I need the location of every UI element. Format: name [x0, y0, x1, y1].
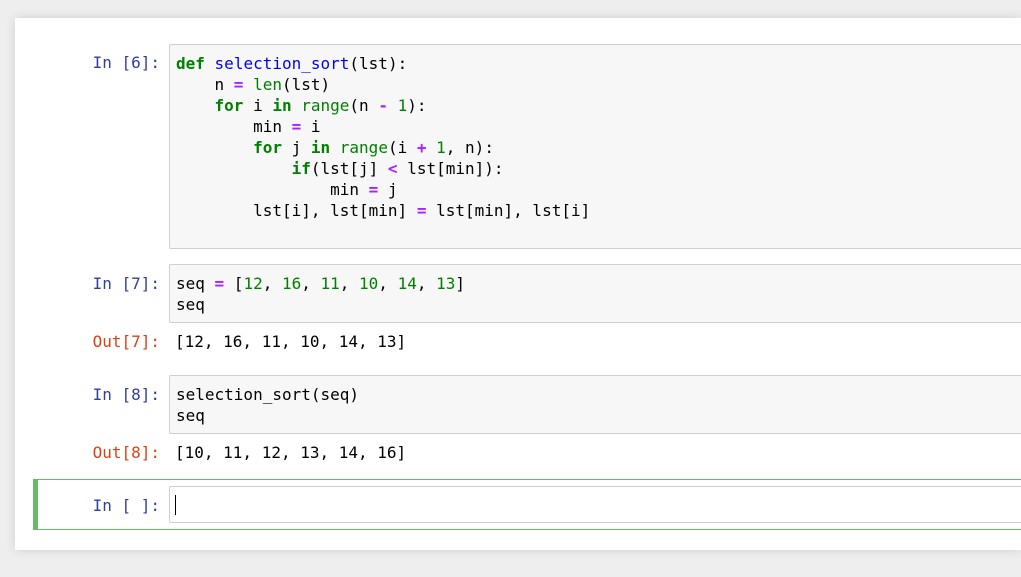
input-prompt: In [ ]:	[92, 496, 160, 515]
code-editor[interactable]: seq = [12, 16, 11, 10, 14, 13] seq	[169, 264, 1021, 323]
code-text: def selection_sort(lst): n = len(lst) fo…	[176, 54, 591, 220]
cell-output: [10, 11, 12, 13, 14, 16]	[175, 443, 407, 462]
cell-output: [12, 16, 11, 10, 14, 13]	[175, 332, 407, 351]
code-text: selection_sort(seq) seq	[176, 385, 360, 425]
input-prompt: In [6]:	[92, 53, 160, 72]
notebook-container: In [6]: def selection_sort(lst): n = len…	[15, 18, 1021, 550]
code-editor[interactable]: def selection_sort(lst): n = len(lst) fo…	[169, 44, 1021, 249]
input-prompt: In [7]:	[92, 274, 160, 293]
code-text	[170, 487, 1021, 503]
output-prompt: Out[8]:	[92, 443, 160, 462]
text-cursor	[175, 495, 176, 515]
code-editor-active[interactable]	[169, 486, 1021, 523]
output-prompt: Out[7]:	[92, 332, 160, 351]
code-text: seq = [12, 16, 11, 10, 14, 13] seq	[176, 274, 465, 314]
code-editor[interactable]: selection_sort(seq) seq	[169, 375, 1021, 434]
input-prompt: In [8]:	[92, 385, 160, 404]
